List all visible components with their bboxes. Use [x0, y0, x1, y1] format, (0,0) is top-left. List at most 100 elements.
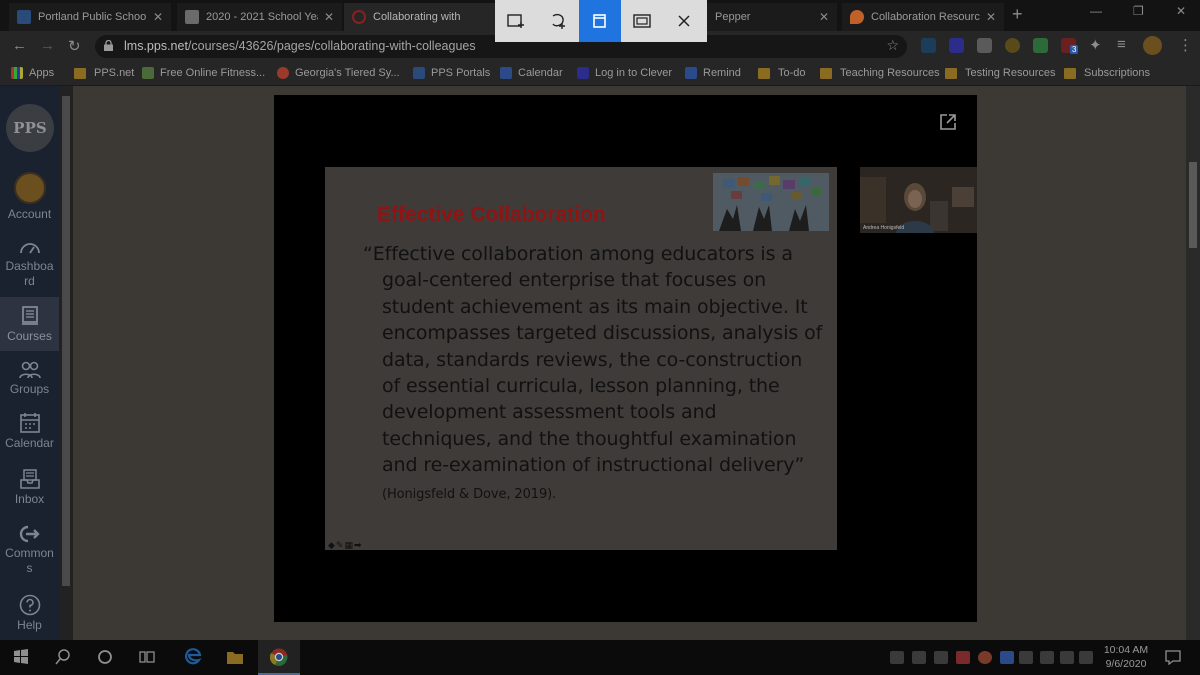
fullscreen-snip-icon[interactable]: [621, 0, 663, 42]
bookmark-subscriptions[interactable]: Subscriptions: [1064, 67, 1150, 79]
chrome-tray-icon[interactable]: [978, 651, 992, 664]
volume-icon[interactable]: [1079, 651, 1093, 664]
tab-school-year[interactable]: 2020 - 2021 School Yea ✕: [177, 3, 342, 31]
video-player[interactable]: Effective Collaboration “Effective colla…: [274, 95, 977, 622]
close-tab-icon[interactable]: ✕: [324, 10, 334, 24]
bookmark-teaching[interactable]: Teaching Resources: [820, 67, 940, 79]
portal-icon: [413, 67, 425, 79]
slide-controls[interactable]: ◆✎▦➡: [328, 540, 363, 551]
sidebar-item-groups[interactable]: Groups: [0, 360, 59, 404]
webcam-thumbnail: Andrea Honigsfeld: [860, 167, 977, 233]
clock-date: 9/6/2020: [1105, 658, 1147, 670]
page-scrollbar[interactable]: [1186, 86, 1200, 640]
close-window-icon[interactable]: ✕: [1176, 4, 1186, 18]
freeform-snip-icon[interactable]: [537, 0, 579, 42]
extension-icon[interactable]: [977, 38, 992, 53]
tray-icon[interactable]: [956, 651, 970, 664]
restore-icon[interactable]: ❐: [1133, 4, 1144, 18]
avatar-icon: [13, 172, 46, 204]
task-view-icon[interactable]: [139, 649, 155, 665]
bookmark-apps[interactable]: Apps: [11, 67, 54, 79]
window-snip-icon[interactable]: [579, 0, 621, 42]
close-tab-icon[interactable]: ✕: [986, 10, 996, 24]
close-tab-icon[interactable]: ✕: [153, 10, 163, 24]
bookmark-fitness[interactable]: Free Online Fitness...: [142, 67, 265, 79]
reload-icon[interactable]: ↻: [68, 37, 81, 55]
previous-slide-icon[interactable]: ◆: [328, 540, 336, 550]
minimize-icon[interactable]: —: [1090, 4, 1102, 18]
extension-icon[interactable]: [1005, 38, 1020, 53]
chrome-icon: [270, 648, 288, 666]
bookmark-clever[interactable]: Log in to Clever: [577, 67, 672, 79]
puzzle-extensions-icon[interactable]: ✦: [1089, 36, 1102, 54]
bookmark-label: Teaching Resources: [840, 67, 940, 79]
sidebar-item-commons[interactable]: Common s: [0, 524, 59, 582]
folder-icon: [74, 67, 86, 79]
extension-badge: 3: [1070, 45, 1079, 54]
sidebar-item-inbox[interactable]: Inbox: [0, 468, 59, 512]
search-icon[interactable]: [55, 649, 71, 665]
bluetooth-icon[interactable]: [1000, 651, 1014, 664]
school-favicon-icon: [17, 10, 31, 24]
extension-icon[interactable]: [921, 38, 936, 53]
notification-icon[interactable]: [1165, 649, 1181, 665]
bookmark-label: Subscriptions: [1084, 67, 1151, 79]
next-slide-icon[interactable]: ➡: [354, 540, 363, 550]
popout-icon[interactable]: [939, 113, 957, 131]
tray-icon[interactable]: [912, 651, 926, 664]
bookmark-star-icon[interactable]: ☆: [886, 37, 899, 54]
new-tab-icon[interactable]: +: [1012, 4, 1023, 25]
bookmark-pps-net[interactable]: PPS.net: [74, 67, 134, 79]
shield-extension-icon[interactable]: [1033, 38, 1048, 53]
battery-icon[interactable]: [1040, 651, 1054, 664]
bookmark-calendar[interactable]: Calendar: [500, 67, 563, 79]
cortana-icon[interactable]: [97, 649, 113, 665]
menu-icon[interactable]: ⋮: [1178, 36, 1193, 54]
tab-pepper[interactable]: Pepper ✕: [707, 3, 837, 31]
reading-list-icon[interactable]: ≡: [1117, 36, 1126, 53]
sidebar-item-calendar[interactable]: Calendar: [0, 412, 59, 458]
close-snip-icon[interactable]: [663, 0, 705, 42]
profile-avatar[interactable]: [1143, 36, 1162, 55]
drive-icon[interactable]: [890, 651, 904, 664]
quote-body: goal-centered enterprise that focuses on…: [382, 269, 823, 477]
tab-collaboration-resources[interactable]: Collaboration Resource ✕: [842, 3, 1004, 31]
location-favicon-icon: [850, 10, 864, 24]
taskbar-chrome-button[interactable]: [258, 640, 300, 675]
sidebar-item-dashboard[interactable]: Dashboa rd: [0, 237, 59, 292]
forward-icon[interactable]: →: [40, 37, 55, 54]
clever-extension-icon[interactable]: [949, 38, 964, 53]
bookmark-remind[interactable]: Remind: [685, 67, 741, 79]
bookmark-label: Testing Resources: [965, 67, 1056, 79]
edge-icon[interactable]: [184, 648, 202, 666]
rectangular-snip-icon[interactable]: [495, 0, 537, 42]
back-icon[interactable]: ←: [12, 37, 27, 54]
wifi-icon[interactable]: [1060, 651, 1074, 664]
tab-portland-public-schools[interactable]: Portland Public Schools ✕: [9, 3, 171, 31]
classroom-favicon-icon: [185, 10, 199, 24]
pps-logo[interactable]: PPS: [6, 104, 54, 152]
bookmark-georgia[interactable]: Georgia's Tiered Sy...: [277, 67, 400, 79]
tray-icon[interactable]: [934, 651, 948, 664]
windows-start-icon[interactable]: [13, 649, 29, 665]
slide-quote: “Effective collaboration among educators…: [363, 241, 825, 508]
slides-grid-icon[interactable]: ▦: [344, 540, 354, 550]
tab-collaborating[interactable]: Collaborating with: [344, 3, 496, 31]
scrollbar-thumb[interactable]: [62, 96, 70, 586]
system-clock[interactable]: 10:04 AM 9/6/2020: [1096, 643, 1156, 671]
bookmark-label: Georgia's Tiered Sy...: [295, 67, 400, 79]
tray-icon[interactable]: [1019, 651, 1033, 664]
sidebar-item-account[interactable]: Account: [0, 172, 59, 224]
sidebar-item-courses[interactable]: Courses: [0, 297, 59, 351]
calendar-icon: [19, 413, 40, 433]
webcam-name: Andrea Honigsfeld: [863, 225, 905, 231]
file-explorer-icon[interactable]: [226, 649, 244, 665]
bookmark-todo[interactable]: To-do: [758, 67, 806, 79]
bookmark-testing[interactable]: Testing Resources: [945, 67, 1056, 79]
scrollbar-thumb[interactable]: [1189, 162, 1197, 248]
close-tab-icon[interactable]: ✕: [819, 10, 829, 24]
sidebar-scrollbar[interactable]: [59, 86, 73, 640]
url-path: /courses/43626/pages/collaborating-with-…: [187, 39, 476, 53]
sidebar-item-help[interactable]: Help: [0, 594, 59, 638]
bookmark-pps-portals[interactable]: PPS Portals: [413, 67, 490, 79]
